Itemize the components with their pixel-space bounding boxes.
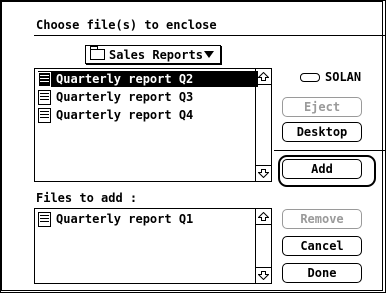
desktop-button[interactable]: Desktop — [282, 122, 362, 142]
drive-label: SOLAN — [325, 70, 362, 84]
list-item-label: Quarterly report Q1 — [56, 212, 194, 226]
drive-indicator: SOLAN — [300, 70, 361, 84]
document-icon — [38, 71, 51, 87]
file-list-scrollbar[interactable] — [255, 69, 271, 181]
document-icon — [38, 211, 51, 227]
list-item[interactable]: Quarterly report Q3 — [38, 89, 199, 105]
files-to-add-scrollbar[interactable] — [255, 209, 271, 283]
folder-popup-label: Sales Reports — [109, 47, 203, 62]
files-to-add-label: Files to add : — [36, 191, 138, 205]
cancel-button[interactable]: Cancel — [282, 236, 362, 256]
scroll-up-arrow-icon[interactable] — [256, 69, 271, 85]
folder-icon — [90, 46, 105, 60]
add-button[interactable]: Add — [282, 159, 362, 179]
files-to-add-list[interactable]: Quarterly report Q1 — [34, 208, 272, 284]
folder-popup[interactable]: Sales Reports — [85, 45, 221, 64]
popup-triangle-icon — [204, 51, 214, 58]
file-list[interactable]: Quarterly report Q2 Quarterly report Q3 … — [34, 68, 272, 182]
scroll-down-arrow-icon[interactable] — [256, 267, 271, 283]
remove-button[interactable]: Remove — [282, 209, 362, 229]
disk-icon — [300, 72, 320, 82]
dialog-title: Choose file(s) to enclose — [36, 18, 217, 32]
button-divider — [274, 150, 386, 151]
list-item-label: Quarterly report Q2 — [56, 72, 194, 86]
document-icon — [38, 89, 51, 105]
eject-button[interactable]: Eject — [282, 97, 362, 117]
list-item[interactable]: Quarterly report Q2 — [38, 71, 258, 87]
list-item-label: Quarterly report Q4 — [56, 108, 194, 122]
document-icon — [38, 107, 51, 123]
done-button[interactable]: Done — [282, 263, 362, 283]
list-item[interactable]: Quarterly report Q1 — [38, 211, 199, 227]
list-item-label: Quarterly report Q3 — [56, 90, 194, 104]
title-divider — [34, 35, 386, 36]
scroll-up-arrow-icon[interactable] — [256, 209, 271, 225]
scroll-down-arrow-icon[interactable] — [256, 165, 271, 181]
list-item[interactable]: Quarterly report Q4 — [38, 107, 199, 123]
